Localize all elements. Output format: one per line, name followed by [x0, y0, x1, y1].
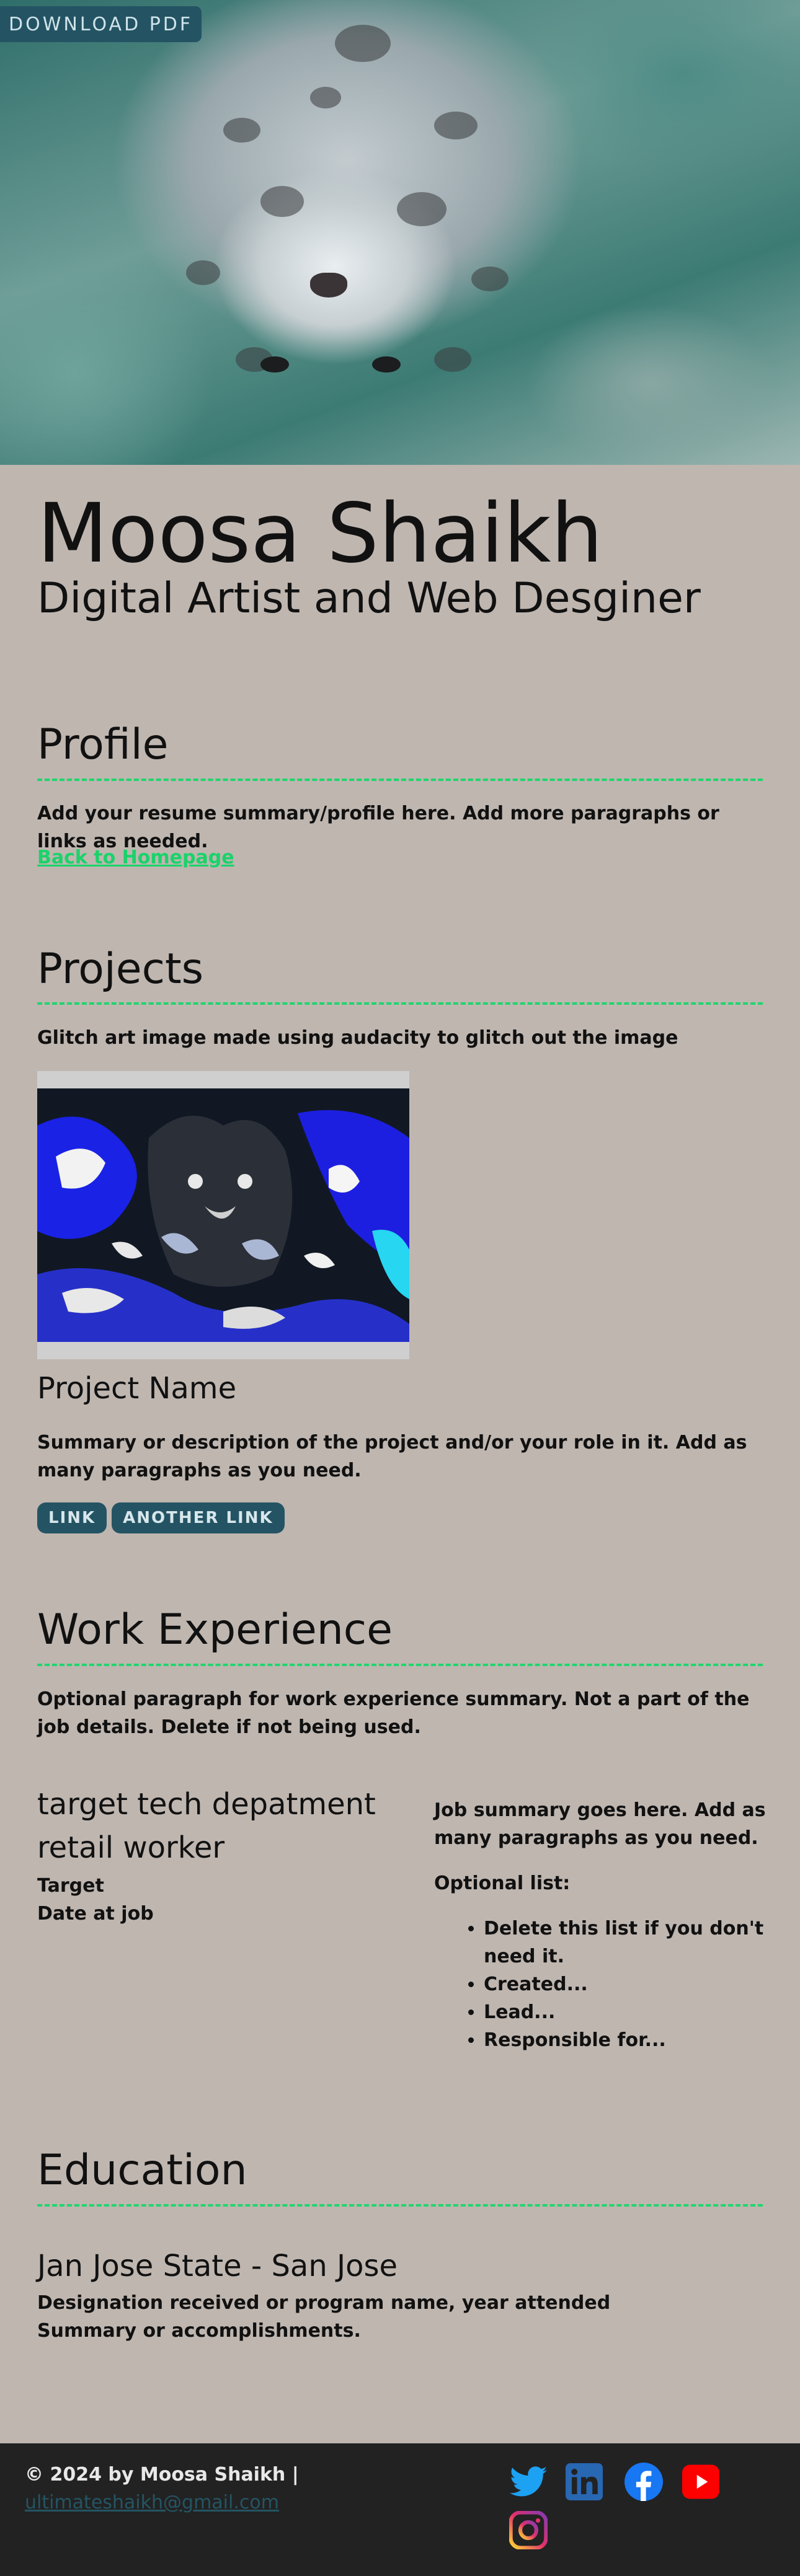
page-title: Moosa Shaikh — [37, 486, 603, 581]
back-to-homepage-link[interactable]: Back to Homepage — [37, 847, 234, 868]
project-another-link-button[interactable]: ANOTHER LINK — [112, 1502, 285, 1533]
project-name: Project Name — [37, 1371, 237, 1406]
job-details: target tech depatment retail worker Targ… — [37, 1783, 409, 1928]
work-intro: Optional paragraph for work experience s… — [37, 1688, 750, 1738]
school-name: Jan Jose State - San Jose — [37, 2249, 398, 2283]
list-item: Delete this list if you don't need it. — [484, 1915, 769, 1970]
job-optional-list: Delete this list if you don't need it. C… — [434, 1915, 769, 2054]
section-divider — [37, 1664, 763, 1666]
job-role: retail worker — [37, 1830, 225, 1865]
page-subtitle: Digital Artist and Web Desginer — [37, 574, 701, 623]
section-divider — [37, 1002, 763, 1005]
list-item: Lead... — [484, 1998, 769, 2026]
job-company: Target — [37, 1875, 104, 1897]
footer-text: © 2024 by Moosa Shaikh | ultimateshaikh@… — [25, 2461, 299, 2516]
work-experience-heading: Work Experience — [37, 1605, 393, 1654]
list-item: Responsible for... — [484, 2026, 769, 2054]
youtube-icon[interactable] — [681, 2462, 721, 2502]
footer-email-link[interactable]: ultimateshaikh@gmail.com — [25, 2492, 279, 2513]
optional-list-label: Optional list: — [434, 1872, 571, 1894]
job-summary-column: Job summary goes here. Add as many parag… — [434, 1796, 769, 2054]
twitter-icon[interactable] — [509, 2462, 548, 2502]
job-title: target tech depatment — [37, 1787, 376, 1822]
instagram-icon[interactable] — [509, 2510, 548, 2550]
linkedin-icon[interactable] — [564, 2462, 604, 2502]
projects-heading: Projects — [37, 945, 204, 994]
footer: © 2024 by Moosa Shaikh | ultimateshaikh@… — [0, 2443, 800, 2576]
project-summary: Summary or description of the project an… — [37, 1432, 747, 1481]
profile-heading: Profile — [37, 720, 169, 769]
hero-image: DOWNLOAD PDF — [0, 0, 800, 465]
job-date: Date at job — [37, 1903, 154, 1925]
education-designation: Designation received or program name, ye… — [37, 2292, 611, 2314]
project-links: LINK ANOTHER LINK — [37, 1502, 763, 1533]
copyright-text: © 2024 by Moosa Shaikh | — [25, 2464, 299, 2486]
job-summary: Job summary goes here. Add as many parag… — [434, 1799, 766, 1849]
project-image — [37, 1071, 409, 1359]
education-summary: Summary or accomplishments. — [37, 2320, 361, 2342]
list-item: Created... — [484, 1970, 769, 1998]
download-pdf-button[interactable]: DOWNLOAD PDF — [0, 6, 202, 42]
projects-intro: Glitch art image made using audacity to … — [37, 1027, 678, 1049]
project-link-button[interactable]: LINK — [37, 1502, 107, 1533]
facebook-icon[interactable] — [624, 2462, 664, 2502]
education-heading: Education — [37, 2146, 247, 2195]
section-divider — [37, 779, 763, 781]
section-divider — [37, 2204, 763, 2207]
